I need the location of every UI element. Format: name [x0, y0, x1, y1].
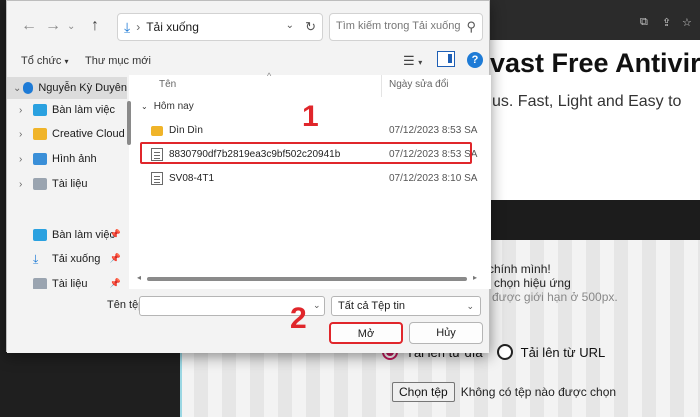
organize-menu[interactable]: Tổ chức ▾ [21, 55, 68, 67]
new-folder-button[interactable]: Thư mục mới [85, 55, 151, 67]
breadcrumb-separator-icon: › [136, 20, 141, 34]
browser-toolbar: ⧉ ⇪ ☆ [490, 0, 700, 40]
column-header-name[interactable]: Tên [159, 79, 176, 90]
view-options-icon[interactable]: ☰ ▾ [403, 53, 422, 69]
file-icon [151, 172, 163, 185]
column-divider[interactable] [381, 75, 382, 97]
address-dropdown-icon[interactable]: ⌄ [286, 20, 294, 31]
highlight-selected-file [140, 142, 472, 164]
expand-chevron-icon[interactable]: › [19, 105, 33, 116]
group-header-today[interactable]: ⌄ Hôm nay [141, 101, 194, 112]
scroll-left-icon[interactable]: ◂ [137, 273, 141, 282]
sidebar-item-label: Tải xuống [52, 253, 101, 265]
filetype-select[interactable]: Tất cả Tệp tin ⌄ [331, 296, 481, 316]
page-subtitle: us. Fast, Light and Easy to [492, 93, 682, 110]
sidebar-item-label: Hình ảnh [52, 153, 97, 165]
preview-pane-icon[interactable] [437, 51, 455, 67]
expand-chevron-icon[interactable]: › [19, 154, 33, 165]
radio-upload-url-label[interactable]: Tải lên từ URL [521, 345, 606, 360]
share-icon[interactable]: ⇪ [662, 16, 671, 29]
column-header-date[interactable]: Ngày sửa đổi [389, 79, 449, 90]
no-file-text: Không có tệp nào được chọn [460, 385, 617, 399]
sidebar-item-label: Bàn làm việc [52, 104, 115, 116]
pictures-icon [33, 153, 47, 165]
forward-arrow-icon[interactable]: → [45, 17, 61, 35]
sidebar-item-label: Creative Cloud [52, 128, 125, 140]
pin-icon[interactable]: 📌 [110, 253, 121, 264]
sidebar-item-pictures[interactable]: › Hình ảnh [7, 148, 127, 170]
sidebar-item-label: Nguyễn Kỳ Duyên [38, 82, 127, 94]
group-label: Hôm nay [153, 101, 194, 112]
dialog-footer: Tên tệp: ⌄ Tất cả Tệp tin ⌄ Mở Hủy [7, 289, 489, 353]
sidebar-item-quick-documents[interactable]: › Tài liệu 📌 [7, 273, 127, 289]
address-bar[interactable]: ⤓ › Tải xuống ⌄ ↻ [117, 13, 323, 41]
recent-chevron-icon[interactable]: ⌄ [67, 21, 75, 32]
search-input[interactable]: Tìm kiếm trong Tải xuống ⚲ [329, 13, 483, 41]
sidebar-item-quick-desktop[interactable]: › Bàn làm việc 📌 [7, 224, 127, 246]
open-button[interactable]: Mở [329, 322, 403, 344]
sidebar-item-creative-cloud[interactable]: › Creative Cloud [7, 123, 127, 145]
sidebar-item-label: Tài liệu [52, 178, 88, 190]
step-number-2: 2 [290, 302, 307, 335]
page-title: vast Free Antiviru [490, 48, 700, 78]
refresh-icon[interactable]: ↻ [305, 19, 316, 35]
organize-dropdown-icon: ▾ [64, 57, 69, 66]
horizontal-scrollbar[interactable] [147, 277, 467, 281]
collapse-chevron-icon[interactable]: ⌄ [141, 102, 148, 111]
search-placeholder: Tìm kiếm trong Tải xuống [336, 20, 461, 32]
navigation-sidebar: ⌄ Nguyễn Kỳ Duyên › Bàn làm việc › Creat… [7, 75, 127, 289]
desktop-icon [33, 229, 47, 241]
navigation-bar: ← → ⌄ ↑ ⤓ › Tải xuống ⌄ ↻ Tìm kiếm trong… [7, 11, 489, 43]
sort-ascending-icon: ^ [267, 71, 272, 81]
choose-file-button[interactable]: Chọn tệp [392, 382, 455, 402]
search-icon: ⚲ [466, 19, 476, 34]
expand-chevron-icon[interactable]: ⌄ [13, 83, 23, 94]
documents-icon [33, 178, 47, 190]
cloud-icon [23, 82, 34, 94]
filetype-value: Tất cả Tệp tin [338, 300, 406, 312]
documents-icon [33, 278, 47, 289]
expand-chevron-icon[interactable]: › [19, 179, 33, 190]
chevron-down-icon: ⌄ [466, 301, 474, 311]
pin-icon[interactable]: 📌 [110, 278, 121, 289]
radio-upload-url[interactable] [496, 344, 513, 360]
scroll-right-icon[interactable]: ▸ [473, 273, 477, 282]
list-item[interactable]: SV08-4T1 07/12/2023 8:10 SA [143, 169, 477, 189]
pin-icon[interactable]: 📌 [110, 229, 121, 240]
breadcrumb-folder[interactable]: Tải xuống [146, 20, 199, 34]
folder-icon [33, 128, 47, 140]
sidebar-item-documents[interactable]: › Tài liệu [7, 173, 127, 195]
expand-chevron-icon[interactable]: › [19, 129, 33, 140]
download-icon: ⤓ [33, 251, 39, 266]
download-icon: ⤓ [124, 18, 131, 35]
step-number-1: 1 [302, 100, 319, 133]
file-name: SV08-4T1 [169, 173, 215, 184]
file-name: Dìn Dìn [169, 125, 203, 136]
desktop-icon [33, 104, 47, 116]
cancel-button[interactable]: Hủy [409, 322, 483, 344]
translate-icon[interactable]: ⧉ [640, 16, 648, 29]
dark-band [490, 200, 700, 240]
folder-icon [151, 126, 163, 136]
filename-dropdown-icon[interactable]: ⌄ [313, 300, 321, 311]
sidebar-item-desktop[interactable]: › Bàn làm việc [7, 99, 127, 121]
back-arrow-icon[interactable]: ← [21, 17, 37, 35]
file-chooser-row: Chọn tệp Không có tệp nào được chọn [392, 382, 616, 402]
sidebar-item-label: Tài liệu [52, 278, 88, 289]
info-line-3: được giới hạn ở 500px. [492, 290, 618, 304]
star-icon[interactable]: ☆ [682, 16, 692, 29]
help-icon[interactable]: ? [467, 52, 483, 68]
file-date: 07/12/2023 8:53 SA [389, 125, 478, 136]
info-line-2: và chọn hiệu ứng [478, 276, 571, 290]
sidebar-item-onedrive[interactable]: ⌄ Nguyễn Kỳ Duyên [7, 77, 127, 99]
vertical-scrollbar[interactable] [127, 101, 131, 145]
sidebar-item-label: Bàn làm việc [52, 229, 115, 241]
file-open-dialog: ← → ⌄ ↑ ⤓ › Tải xuống ⌄ ↻ Tìm kiếm trong… [6, 0, 491, 353]
file-date: 07/12/2023 8:10 SA [389, 173, 478, 184]
up-arrow-icon[interactable]: ↑ [91, 17, 99, 35]
sidebar-item-quick-downloads[interactable]: › ⤓ Tải xuống 📌 [7, 248, 127, 270]
dialog-toolbar: Tổ chức ▾ Thư mục mới ☰ ▾ ? [7, 49, 489, 73]
organize-label: Tổ chức [21, 55, 62, 67]
